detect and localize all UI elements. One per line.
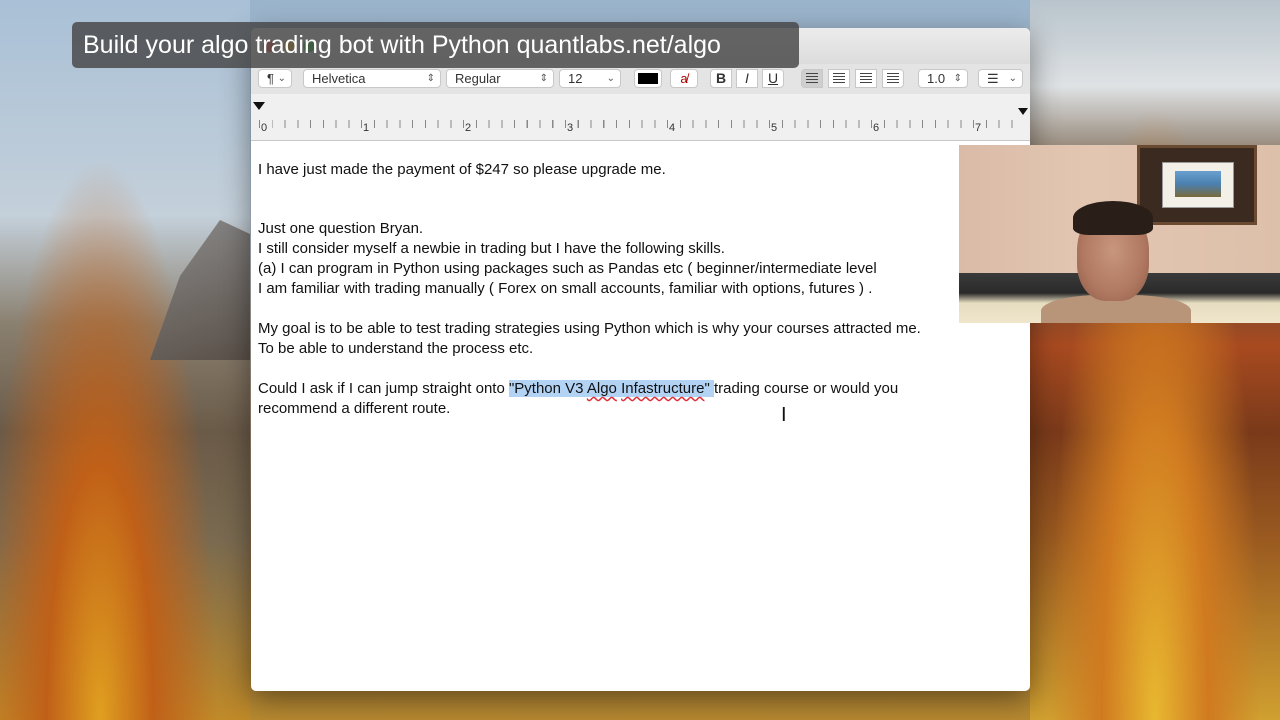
align-justify-button[interactable] [882,69,904,88]
empty-line [258,200,1018,219]
line-spacing-value: 1.0 [927,71,946,86]
line-text: trading course or would you [713,380,899,397]
selected-text-part: " [704,380,714,397]
promo-banner: Build your algo trading bot with Python … [72,22,799,68]
font-size-combo[interactable]: 12 ⌄ [559,69,621,88]
document-line: I have just made the payment of $247 so … [258,161,666,178]
ruler[interactable]: 0 1 2 3 4 5 6 7 [251,94,1030,141]
ruler-mark: 1 [363,122,370,134]
misspelled-word: Infastructure [621,380,705,397]
empty-line [258,180,1018,200]
align-justify-icon [887,73,899,83]
person-hair [1073,201,1153,235]
ruler-mark: 0 [261,122,268,134]
empty-line [258,299,1018,319]
chevron-updown-icon: ⇕ [426,73,435,84]
highlight-none-icon: a̸ [680,71,688,86]
chevron-down-icon: ⌄ [277,73,286,84]
document-line: Could I ask if I can jump straight onto … [258,379,1018,399]
document-text-area[interactable]: I have just made the payment of $247 so … [258,160,1018,419]
document-line: Just one question Bryan. [258,220,424,237]
empty-line [258,359,1018,379]
selected-text: "Python V3 Algo Infastructure" [508,380,714,397]
webcam-overlay [959,145,1280,323]
document-line: My goal is to be able to test trading st… [258,320,921,337]
bold-button[interactable]: B [710,69,732,88]
document-line: recommend a different route. [258,400,451,417]
wall-picture [1137,145,1257,225]
picture-mat [1162,162,1234,208]
ruler-mark: 2 [465,122,472,134]
chevron-updown-icon: ⇕ [953,73,962,84]
font-family-label: Helvetica [312,71,366,86]
ruler-mark: 7 [975,122,982,134]
chevron-updown-icon: ⇕ [539,73,548,84]
italic-button[interactable]: I [736,69,758,88]
format-toolbar: ¶ ⌄ Helvetica ⇕ Regular ⇕ 12 ⌄ a̸ B I U … [251,64,1030,94]
chevron-down-icon: ⌄ [606,73,615,84]
font-family-popup[interactable]: Helvetica ⇕ [303,69,441,88]
align-left-button[interactable] [801,69,823,88]
document-line: (a) I can program in Python using packag… [258,260,877,277]
list-style-popup[interactable]: ☰ ⌄ [978,69,1023,88]
ruler-ticks [259,120,1024,128]
selected-text-part: "Python V3 [508,380,587,397]
text-color-swatch [638,73,658,84]
highlight-color-well[interactable]: a̸ [670,69,698,88]
right-indent-marker[interactable] [1018,108,1028,115]
ruler-mark: 5 [771,122,778,134]
align-right-button[interactable] [855,69,877,88]
ruler-mark: 4 [669,122,676,134]
chevron-down-icon: ⌄ [1008,73,1017,84]
align-right-icon [860,73,872,83]
font-style-label: Regular [455,71,501,86]
ruler-mark: 3 [567,122,574,134]
text-color-well[interactable] [634,69,662,88]
list-bullets-icon: ☰ [987,71,999,86]
align-center-button[interactable] [828,69,850,88]
font-style-popup[interactable]: Regular ⇕ [446,69,554,88]
document-line: I still consider myself a newbie in trad… [258,240,725,257]
left-indent-marker[interactable] [253,102,265,110]
align-center-icon [833,73,845,83]
underline-button[interactable]: U [762,69,784,88]
desktop-wallpaper-left [0,0,250,720]
ibeam-cursor-icon: I [781,404,787,426]
desktop-wallpaper-right [1030,0,1280,720]
paragraph-style-popup[interactable]: ¶ ⌄ [258,69,292,88]
line-text: Could I ask if I can jump straight onto [258,380,509,397]
textedit-window: ¶ ⌄ Helvetica ⇕ Regular ⇕ 12 ⌄ a̸ B I U … [251,28,1030,691]
picture-art [1175,171,1221,197]
align-left-icon [806,73,818,83]
line-spacing-popup[interactable]: 1.0 ⇕ [918,69,968,88]
document-line: To be able to understand the process etc… [258,340,534,357]
paragraph-style-label: ¶ [267,71,274,86]
misspelled-word: Algo [586,380,617,397]
ruler-mark: 6 [873,122,880,134]
font-size-value: 12 [568,71,583,86]
document-line: I am familiar with trading manually ( Fo… [258,280,873,297]
